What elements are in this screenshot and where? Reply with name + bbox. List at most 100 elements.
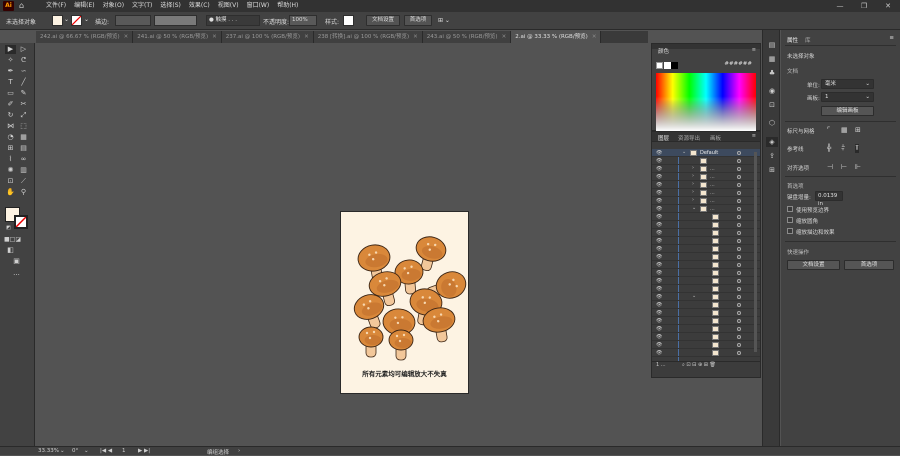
chevron-right-icon[interactable]: › xyxy=(692,181,694,187)
direct-selection-tool-icon[interactable]: ▷ xyxy=(18,45,29,54)
minimize-button[interactable]: — xyxy=(828,0,852,12)
snap-to-point-icon[interactable]: ⊣ xyxy=(827,163,833,171)
stroke-weight-input[interactable] xyxy=(115,15,151,26)
close-tab-icon[interactable]: ✕ xyxy=(304,34,309,40)
preferences-button[interactable]: 首选项 xyxy=(404,15,432,26)
layer-row[interactable]: 👁 xyxy=(652,213,760,221)
visibility-eye-icon[interactable]: 👁 xyxy=(656,190,662,196)
color-mode-icons[interactable]: ■□◪ xyxy=(4,235,21,244)
shaper-tool-icon[interactable]: ✐ xyxy=(5,100,16,109)
close-tab-icon[interactable]: ✕ xyxy=(212,34,217,40)
keyboard-increment-input[interactable]: 0.0139 in xyxy=(815,191,843,207)
chevron-down-icon[interactable]: ⌄ xyxy=(60,448,65,454)
eyedropper-tool-icon[interactable]: ⌇ xyxy=(5,155,16,164)
visibility-eye-icon[interactable]: 👁 xyxy=(656,198,662,204)
target-circle-icon[interactable] xyxy=(737,295,741,299)
tab-layers[interactable]: 图层 xyxy=(658,134,669,142)
export-panel-icon[interactable]: ⇪ xyxy=(766,151,778,161)
target-circle-icon[interactable] xyxy=(737,327,741,331)
menu-file[interactable]: 文件(F) xyxy=(42,0,70,12)
symbol-sprayer-tool-icon[interactable]: ✺ xyxy=(5,166,16,175)
layer-row[interactable]: 👁 ›... xyxy=(652,189,760,197)
artboard[interactable]: 所有元素均可编辑放大不失真 xyxy=(340,211,469,394)
document-tab[interactable]: 243.ai @ 50 % (RGB/预览) ✕ xyxy=(422,31,512,43)
panel-menu-icon[interactable]: ≡ xyxy=(752,133,756,139)
target-circle-icon[interactable] xyxy=(737,311,741,315)
opacity-input[interactable]: 100% xyxy=(289,15,317,26)
lasso-tool-icon[interactable]: ᕦ xyxy=(18,56,29,65)
visibility-eye-icon[interactable]: 👁 xyxy=(656,350,662,356)
layer-row[interactable]: 👁 xyxy=(652,285,760,293)
artboard-select[interactable]: 1 ⌄ xyxy=(821,92,874,102)
tab-properties[interactable]: 属性 xyxy=(787,36,798,44)
layer-row[interactable]: 👁 xyxy=(652,237,760,245)
chevron-down-icon[interactable]: ⌄ xyxy=(692,293,696,299)
layer-row[interactable]: 👁 ›... xyxy=(652,173,760,181)
layer-row[interactable]: 👁 xyxy=(652,157,760,165)
color-panel-icon[interactable]: ◉ xyxy=(766,86,778,96)
close-tab-icon[interactable]: ✕ xyxy=(124,34,129,40)
arrange-documents-icon[interactable]: ⊞ ⌄ xyxy=(438,17,450,24)
layer-row[interactable]: 👁 xyxy=(652,229,760,237)
white-swatch[interactable] xyxy=(664,62,671,69)
scissors-tool-icon[interactable]: ✂ xyxy=(18,100,29,109)
pen-tool-icon[interactable]: ✒ xyxy=(5,67,16,76)
layer-row[interactable]: 👁 xyxy=(652,341,760,349)
artboard-number[interactable]: 1 xyxy=(122,448,126,454)
target-circle-icon[interactable] xyxy=(737,191,741,195)
layer-row[interactable]: 👁 xyxy=(652,333,760,341)
chevron-down-icon[interactable]: ⌄ xyxy=(84,448,89,454)
prev-artboard-icon[interactable]: |◀ ◀ xyxy=(100,448,112,454)
chevron-right-icon[interactable]: › xyxy=(692,197,694,203)
mesh-tool-icon[interactable]: ⊞ xyxy=(5,144,16,153)
rulers-toggle-icon[interactable]: ⌜ xyxy=(827,126,830,134)
chevron-down-icon[interactable]: ⌄ xyxy=(682,149,686,155)
type-tool-icon[interactable]: T xyxy=(5,78,16,87)
target-circle-icon[interactable] xyxy=(737,223,741,227)
layer-row[interactable]: 👁 xyxy=(652,325,760,333)
document-tab[interactable]: 241.ai @ 50 % (RGB/预览) ✕ xyxy=(133,31,222,43)
chevron-right-icon[interactable]: › xyxy=(692,165,694,171)
layer-row[interactable]: 👁 ⌄ xyxy=(652,293,760,301)
target-circle-icon[interactable] xyxy=(737,247,741,251)
line-tool-icon[interactable]: ╱ xyxy=(18,78,29,87)
visibility-eye-icon[interactable]: 👁 xyxy=(656,230,662,236)
chevron-down-icon[interactable]: ⌄ xyxy=(692,205,696,211)
curvature-tool-icon[interactable]: ∽ xyxy=(18,67,29,76)
rotate-tool-icon[interactable]: ↻ xyxy=(5,111,16,120)
layer-row[interactable]: 👁 ›... xyxy=(652,165,760,173)
target-circle-icon[interactable] xyxy=(737,167,741,171)
target-circle-icon[interactable] xyxy=(737,207,741,211)
close-button[interactable]: ✕ xyxy=(876,0,900,12)
target-circle-icon[interactable] xyxy=(737,231,741,235)
layer-row[interactable]: 👁 xyxy=(652,253,760,261)
transform-panel-icon[interactable]: ⊡ xyxy=(766,100,778,110)
snap-to-grid-icon[interactable]: ⊢ xyxy=(841,163,847,171)
symbols-panel-icon[interactable]: ♣ xyxy=(766,68,778,78)
menu-window[interactable]: 窗口(W) xyxy=(243,0,274,12)
pixel-grid-toggle-icon[interactable]: ⊞ xyxy=(855,126,861,134)
document-setup-button[interactable]: 文档设置 xyxy=(787,260,840,270)
chevron-down-icon[interactable]: ⌄ xyxy=(84,16,89,23)
menu-object[interactable]: 对象(O) xyxy=(99,0,128,12)
none-color-swatch[interactable] xyxy=(656,62,663,69)
grid-toggle-icon[interactable]: ▦ xyxy=(841,126,848,134)
target-circle-icon[interactable] xyxy=(737,239,741,243)
more-tools-icon[interactable]: ··· xyxy=(11,271,22,280)
layer-row[interactable]: 👁 ⌄... xyxy=(652,205,760,213)
visibility-eye-icon[interactable]: 👁 xyxy=(656,150,662,156)
layer-row[interactable]: 👁 xyxy=(652,269,760,277)
target-circle-icon[interactable] xyxy=(737,151,741,155)
3d-panel-icon[interactable]: ⬡ xyxy=(766,118,778,128)
next-artboard-icon[interactable]: ▶ ▶| xyxy=(138,448,150,454)
visibility-eye-icon[interactable]: 👁 xyxy=(656,318,662,324)
menu-help[interactable]: 帮助(H) xyxy=(273,0,302,12)
chevron-down-icon[interactable]: ⌄ xyxy=(64,16,69,23)
blend-tool-icon[interactable]: ∞ xyxy=(18,155,29,164)
artboards-panel-icon[interactable]: ⊞ xyxy=(766,165,778,175)
scale-tool-icon[interactable]: ⤢ xyxy=(18,111,29,120)
preview-bounds-checkbox[interactable] xyxy=(787,206,793,212)
document-tab[interactable]: 242.ai @ 66.67 % (RGB/预览) ✕ xyxy=(36,31,134,43)
libraries-panel-icon[interactable]: ▦ xyxy=(766,54,778,64)
scale-corners-checkbox[interactable] xyxy=(787,217,793,223)
